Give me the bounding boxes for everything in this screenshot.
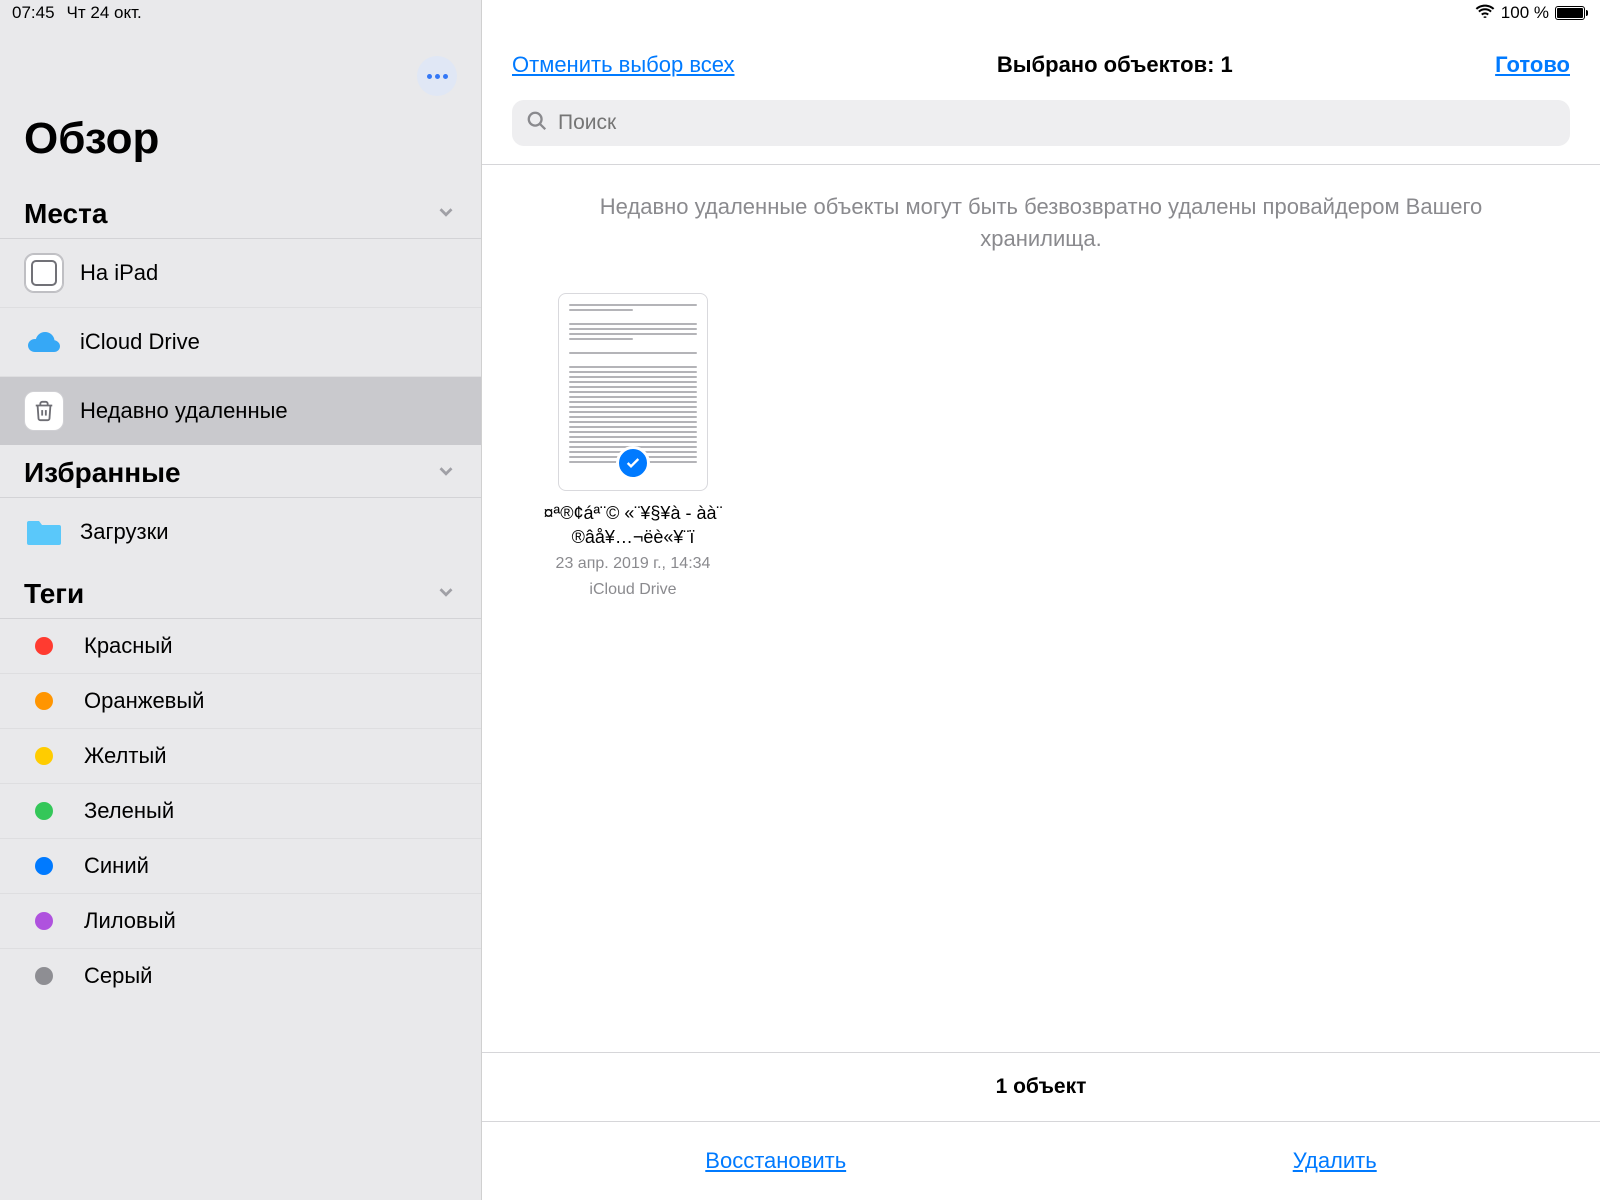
tag-dot-icon [35, 692, 53, 710]
search-icon [526, 110, 548, 137]
sidebar-item-icloud-drive[interactable]: iCloud Drive [0, 308, 481, 377]
file-name: ¤ª®¢áª¨© «¨¥§¥à - àà¨ ®âå¥…¬ëè«¥¨ï [538, 501, 728, 550]
section-header-locations[interactable]: Места [0, 186, 481, 239]
sidebar-item-label: Желтый [84, 743, 167, 769]
sidebar-tag-Желтый[interactable]: Желтый [0, 729, 481, 784]
sidebar: Обзор Места На iPad iCloud Drive Неда [0, 0, 482, 1200]
sidebar-tag-Синий[interactable]: Синий [0, 839, 481, 894]
file-location: iCloud Drive [538, 579, 728, 601]
battery-text: 100 % [1501, 3, 1549, 23]
file-thumbnail [558, 293, 708, 491]
sidebar-item-label: Оранжевый [84, 688, 204, 714]
folder-icon [24, 512, 64, 552]
sidebar-item-label: Загрузки [80, 519, 169, 545]
ellipsis-icon [427, 74, 448, 79]
status-date: Чт 24 окт. [67, 3, 142, 23]
more-button[interactable] [417, 56, 457, 96]
sidebar-tag-Лиловый[interactable]: Лиловый [0, 894, 481, 949]
sidebar-item-recently-deleted[interactable]: Недавно удаленные [0, 377, 481, 445]
chevron-down-icon [435, 460, 457, 487]
file-grid: ¤ª®¢áª¨© «¨¥§¥à - àà¨ ®âå¥…¬ëè«¥¨ï 23 ап… [482, 273, 1600, 1052]
file-date: 23 апр. 2019 г., 14:34 [538, 553, 728, 575]
status-bar: 07:45 Чт 24 окт. 100 % [0, 0, 1600, 26]
wifi-icon [1475, 3, 1495, 23]
sidebar-title: Обзор [0, 96, 481, 186]
section-label: Теги [24, 578, 84, 610]
sidebar-item-label: Красный [84, 633, 173, 659]
object-count: 1 объект [482, 1052, 1600, 1122]
chevron-down-icon [435, 201, 457, 228]
sidebar-tag-Зеленый[interactable]: Зеленый [0, 784, 481, 839]
section-tags: Теги Красный Оранжевый Желтый Зеленый Синий Л… [0, 566, 481, 1003]
sidebar-item-label: Серый [84, 963, 152, 989]
section-label: Места [24, 198, 107, 230]
restore-button[interactable]: Восстановить [705, 1148, 846, 1174]
trash-icon [24, 391, 64, 431]
cloud-icon [24, 322, 64, 362]
ipad-icon [24, 253, 64, 293]
deselect-all-button[interactable]: Отменить выбор всех [512, 52, 735, 78]
sidebar-item-label: Недавно удаленные [80, 398, 288, 424]
sidebar-tag-Красный[interactable]: Красный [0, 619, 481, 674]
sidebar-item-label: Лиловый [84, 908, 176, 934]
sidebar-item-label: Зеленый [84, 798, 174, 824]
section-favorites: Избранные Загрузки [0, 445, 481, 566]
sidebar-tag-Оранжевый[interactable]: Оранжевый [0, 674, 481, 729]
search-box[interactable] [512, 100, 1570, 146]
bottom-toolbar: Восстановить Удалить [482, 1122, 1600, 1200]
tag-dot-icon [35, 857, 53, 875]
sidebar-tag-Серый[interactable]: Серый [0, 949, 481, 1003]
status-time: 07:45 [12, 3, 55, 23]
tag-dot-icon [35, 747, 53, 765]
tag-dot-icon [35, 967, 53, 985]
sidebar-item-label: На iPad [80, 260, 158, 286]
sidebar-item-label: Синий [84, 853, 149, 879]
tag-dot-icon [35, 637, 53, 655]
sidebar-item-downloads[interactable]: Загрузки [0, 498, 481, 566]
battery-icon [1555, 6, 1588, 20]
tag-dot-icon [35, 912, 53, 930]
sidebar-item-label: iCloud Drive [80, 329, 200, 355]
selected-check-icon [616, 446, 650, 480]
tag-dot-icon [35, 802, 53, 820]
section-header-tags[interactable]: Теги [0, 566, 481, 619]
section-label: Избранные [24, 457, 181, 489]
main-content: Отменить выбор всех Выбрано объектов: 1 … [482, 0, 1600, 1200]
section-header-favorites[interactable]: Избранные [0, 445, 481, 498]
done-button[interactable]: Готово [1495, 52, 1570, 78]
search-input[interactable] [558, 111, 1556, 135]
chevron-down-icon [435, 581, 457, 608]
deletion-notice: Недавно удаленные объекты могут быть без… [482, 165, 1600, 273]
section-locations: Места На iPad iCloud Drive Недавно удале… [0, 186, 481, 445]
sidebar-item-on-ipad[interactable]: На iPad [0, 239, 481, 308]
file-item[interactable]: ¤ª®¢áª¨© «¨¥§¥à - àà¨ ®âå¥…¬ëè«¥¨ï 23 ап… [538, 293, 728, 601]
delete-button[interactable]: Удалить [1293, 1148, 1377, 1174]
selection-count-title: Выбрано объектов: 1 [997, 52, 1233, 78]
